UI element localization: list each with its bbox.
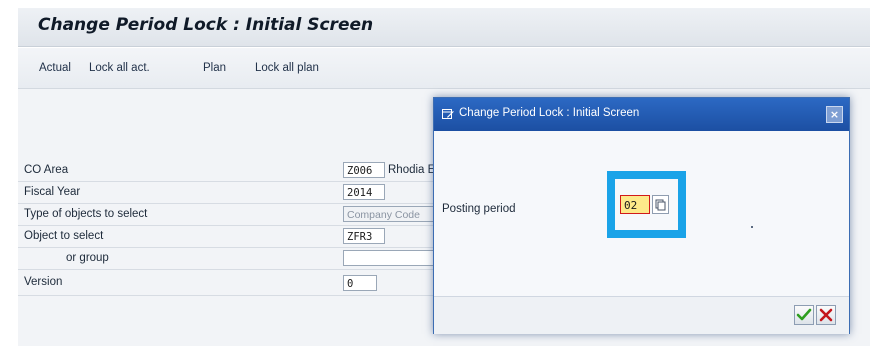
close-icon[interactable]: × — [826, 106, 843, 123]
dialog-title-bar[interactable]: Change Period Lock : Initial Screen × — [434, 98, 849, 131]
checkmark-icon — [796, 308, 812, 321]
dialog-body: Posting period 02 — [434, 131, 849, 331]
fiscal-year-row: Fiscal Year 2014 — [18, 183, 438, 204]
window-edit-icon — [442, 108, 454, 120]
type-of-objects-field[interactable]: Company Code — [343, 206, 443, 222]
posting-period-label: Posting period — [442, 203, 516, 215]
co-area-label: CO Area — [24, 164, 69, 176]
version-field[interactable]: 0 — [343, 275, 377, 291]
object-to-select-row: Object to select ZFR3 — [18, 227, 438, 248]
co-area-description: Rhodia E — [388, 164, 436, 176]
toolbar-lock-all-actual-button[interactable]: Lock all act. — [89, 62, 150, 74]
page-title: Change Period Lock : Initial Screen — [38, 15, 374, 35]
or-group-row: or group — [18, 249, 453, 270]
cancel-button[interactable] — [816, 305, 836, 325]
cancel-x-icon — [819, 308, 833, 322]
toolbar-plan-button[interactable]: Plan — [203, 62, 226, 74]
posting-period-dialog: Change Period Lock : Initial Screen × Po… — [433, 97, 850, 334]
value-help-icon[interactable] — [652, 195, 669, 214]
type-of-objects-row: Type of objects to select Company Code — [18, 205, 443, 226]
application-toolbar: Actual Lock all act. Plan Lock all plan — [18, 48, 870, 89]
fiscal-year-label: Fiscal Year — [24, 186, 81, 198]
toolbar-lock-all-plan-button[interactable]: Lock all plan — [255, 62, 319, 74]
object-to-select-field[interactable]: ZFR3 — [343, 228, 385, 244]
confirm-button[interactable] — [794, 305, 814, 325]
screen-title-bar: Change Period Lock : Initial Screen — [18, 8, 870, 47]
version-row: Version 0 — [18, 271, 438, 296]
type-of-objects-label: Type of objects to select — [24, 208, 148, 220]
or-group-label: or group — [66, 252, 109, 264]
object-to-select-label: Object to select — [24, 230, 104, 242]
fiscal-year-field[interactable]: 2014 — [343, 184, 385, 200]
focus-highlight: 02 — [607, 171, 686, 238]
co-area-field[interactable]: Z006 — [343, 162, 385, 178]
toolbar-actual-button[interactable]: Actual — [39, 62, 71, 74]
co-area-row: CO Area Z006 Rhodia E — [18, 161, 438, 182]
dialog-footer — [434, 296, 849, 334]
version-label: Version — [24, 276, 63, 288]
dialog-title: Change Period Lock : Initial Screen — [459, 107, 640, 119]
posting-period-input[interactable]: 02 — [620, 195, 650, 214]
dot-mark — [751, 226, 753, 228]
